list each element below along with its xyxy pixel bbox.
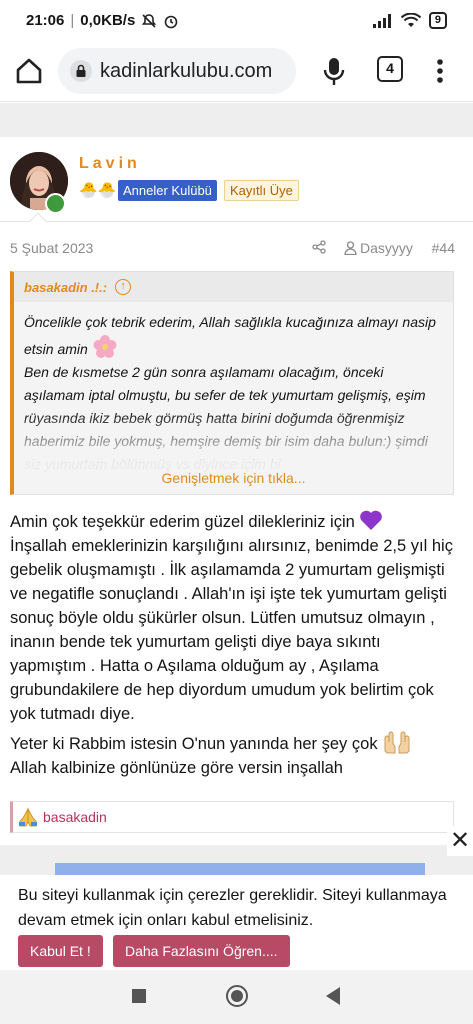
clock: 21:06 (26, 12, 65, 29)
pray-emoji (19, 807, 37, 827)
reaction-user[interactable]: basakadin (43, 809, 107, 825)
lock-icon[interactable] (70, 60, 92, 82)
purple-heart-emoji (360, 510, 383, 530)
mic-icon[interactable] (318, 54, 350, 88)
alarm-icon (165, 15, 178, 28)
raising-hands-emoji (384, 731, 410, 754)
reactions-bar[interactable]: basakadin (10, 801, 454, 833)
member-status-badge: Kayıtlı Üye (224, 180, 299, 201)
username[interactable]: Lavin (79, 155, 141, 173)
page-header-strip (0, 103, 473, 137)
rank-icons: 🐣🐣 (79, 182, 117, 199)
post-number[interactable]: #44 (432, 240, 455, 256)
tab-switcher-button[interactable]: 4 (377, 56, 403, 82)
share-icon[interactable] (312, 240, 326, 254)
accept-cookies-button[interactable]: Kabul Et ! (18, 935, 103, 967)
menu-icon[interactable] (430, 54, 450, 88)
quote-line-1: Öncelikle çok tebrik ederim, Allah sağlı… (24, 314, 436, 357)
silent-icon (142, 13, 157, 28)
wifi-icon (400, 13, 421, 27)
message-line-1: Amin çok teşekkür ederim güzel dilekleri… (10, 513, 355, 531)
quote-author: basakadin .!.: (24, 279, 108, 295)
divider-pointer (29, 212, 47, 230)
post-date[interactable]: 5 Şubat 2023 (10, 240, 93, 256)
back-button[interactable] (326, 987, 340, 1005)
online-status-icon (45, 193, 66, 214)
quote-header[interactable]: basakadin .!.: ↑ (14, 272, 453, 302)
divider (0, 221, 473, 222)
group-badge: Anneler Kulübü (118, 180, 217, 201)
quote-block: basakadin .!.: ↑ Öncelikle çok tebrik ed… (10, 271, 454, 495)
message-line-4: Allah kalbinize gönlünüze göre versin in… (10, 759, 343, 777)
user-icon (344, 241, 357, 255)
arrow-up-icon[interactable]: ↑ (115, 279, 132, 295)
message-line-3: Yeter ki Rabbim istesin O'nun yanında he… (10, 735, 378, 753)
post-message: Amin çok teşekkür ederim güzel dilekleri… (10, 509, 455, 780)
author-name: Dasyyyy (360, 240, 413, 256)
close-icon[interactable]: ✕ (447, 826, 473, 856)
expand-quote-link[interactable]: Genişletmek için tıkla... (14, 470, 453, 486)
status-bar: 21:06 | 0,0KB/s 9 (0, 0, 473, 40)
system-nav-bar (0, 970, 473, 1024)
url-text: kadinlarkulubu.com (100, 59, 273, 82)
recent-apps-button[interactable] (132, 989, 146, 1003)
post-author[interactable]: Dasyyyy (344, 240, 413, 256)
flower-emoji (93, 335, 117, 358)
battery-icon: 9 (428, 12, 447, 29)
home-icon[interactable] (14, 56, 44, 86)
browser-toolbar: kadinlarkulubu.com 4 (0, 40, 473, 102)
home-button[interactable] (226, 985, 248, 1007)
address-bar[interactable]: kadinlarkulubu.com (58, 48, 296, 94)
cookie-notice: Bu siteyi kullanmak için çerezler gerekl… (0, 875, 473, 968)
signal-icon (372, 13, 391, 28)
cookie-text: Bu siteyi kullanmak için çerezler gerekl… (18, 887, 447, 929)
learn-more-button[interactable]: Daha Fazlasını Öğren.... (113, 935, 290, 967)
network-speed: 0,0KB/s (80, 12, 136, 29)
message-line-2: İnşallah emeklerinizin karşılığını alırs… (10, 537, 453, 723)
